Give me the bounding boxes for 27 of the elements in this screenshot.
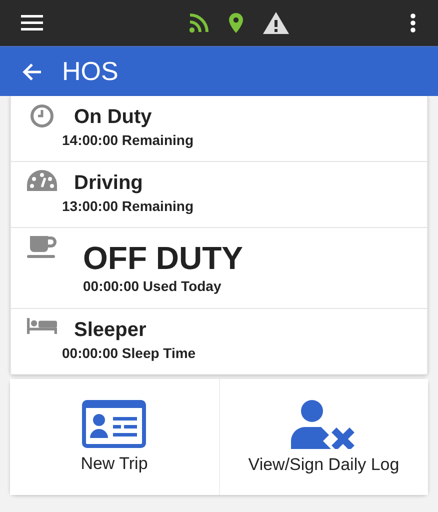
action-button[interactable]: New Trip: [10, 379, 218, 495]
screen-title: HOS: [62, 56, 118, 87]
status-row[interactable]: Sleeper 00:00:00 Sleep Time: [10, 309, 428, 375]
status-title: On Duty: [74, 105, 152, 130]
id-card-icon: [82, 400, 146, 448]
status-title: Driving: [74, 171, 143, 196]
action-button[interactable]: View/Sign Daily Log: [218, 379, 428, 495]
gauge-icon: [27, 170, 57, 192]
clock-icon: [30, 104, 54, 128]
warning-icon: [262, 12, 288, 34]
bed-icon: [27, 317, 57, 335]
status-row[interactable]: On Duty 14:00:00 Remaining: [10, 96, 428, 162]
status-row[interactable]: Driving 13:00:00 Remaining: [10, 162, 428, 228]
coffee-cup-icon: [27, 236, 57, 260]
menu-icon[interactable]: [21, 15, 43, 31]
status-time: 00:00:00 Sleep Time: [62, 345, 196, 361]
back-arrow-icon[interactable]: [22, 62, 42, 80]
more-options-icon[interactable]: [410, 13, 416, 33]
signal-icon: [188, 13, 208, 33]
status-row[interactable]: OFF DUTY 00:00:00 Used Today: [10, 228, 428, 309]
status-time: 13:00:00 Remaining: [62, 198, 194, 214]
user-remove-icon: [290, 399, 357, 449]
status-title: OFF DUTY: [83, 239, 243, 278]
status-time: 14:00:00 Remaining: [62, 132, 194, 148]
location-pin-icon: [228, 13, 242, 33]
status-title: Sleeper: [74, 318, 146, 343]
status-time: 00:00:00 Used Today: [83, 278, 222, 294]
